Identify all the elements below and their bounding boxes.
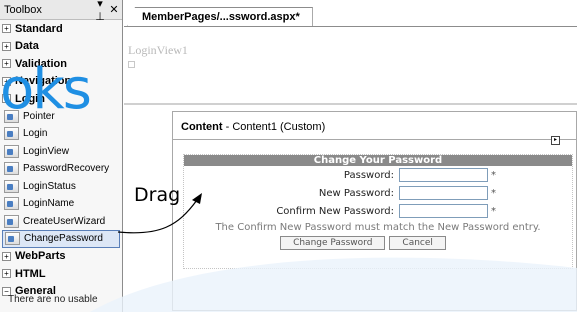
change-password-control[interactable]: Change Your Password Password: * New Pas…: [183, 154, 573, 269]
toolbox-item-label: Login: [23, 128, 48, 140]
expand-icon[interactable]: +: [2, 24, 11, 34]
content-header: Content - Content1 (Custom): [173, 112, 576, 140]
category-webparts[interactable]: + WebParts: [0, 248, 122, 266]
required-marker: *: [491, 205, 496, 217]
compare-validator-message: The Confirm New Password must match the …: [215, 222, 541, 233]
toolbox-item-loginname[interactable]: LoginName: [0, 195, 122, 213]
category-label: HTML: [15, 267, 46, 280]
design-surface: LoginView1 Content - Content1 (Custom) ▸…: [124, 26, 577, 312]
new-password-input[interactable]: [399, 186, 488, 200]
toolbox-item-createuserwizard[interactable]: CreateUserWizard: [0, 213, 122, 231]
changepassword-control-icon: [5, 232, 20, 246]
new-password-label: New Password:: [318, 187, 394, 199]
expand-icon[interactable]: +: [2, 41, 11, 51]
toolbox-item-label: PasswordRecovery: [23, 163, 110, 175]
required-marker: *: [491, 169, 496, 181]
toolbox-item-label: LoginView: [23, 145, 69, 157]
divider: [124, 103, 577, 105]
category-label: WebParts: [15, 250, 66, 263]
loginstatus-control-icon: [4, 179, 19, 193]
toolbox-item-label: CreateUserWizard: [23, 215, 106, 227]
content-placeholder[interactable]: Content - Content1 (Custom) ▸ Change You…: [172, 111, 577, 311]
toolbox-header: Toolbox ▾ ⊥ ✕: [0, 0, 122, 23]
createuserwizard-control-icon: [4, 214, 19, 228]
loginname-control-icon: [4, 197, 19, 211]
confirm-password-row: Confirm New Password: *: [184, 202, 572, 220]
category-label: Standard: [15, 22, 63, 35]
confirm-password-input[interactable]: [399, 204, 488, 218]
passwordrecovery-control-icon: [4, 162, 19, 176]
toolbox-item-label: LoginStatus: [23, 180, 76, 192]
pin-icon[interactable]: ▾ ⊥: [94, 0, 106, 23]
required-marker: *: [491, 187, 496, 199]
expand-icon[interactable]: +: [2, 269, 11, 279]
change-password-button[interactable]: Change Password: [280, 236, 386, 250]
content-header-detail: - Content1 (Custom): [222, 121, 326, 133]
toolbox-item-label: LoginName: [23, 198, 75, 210]
cancel-button[interactable]: Cancel: [389, 236, 446, 250]
toolbox-panel: Toolbox ▾ ⊥ ✕ + Standard + Data + Valida…: [0, 0, 123, 312]
category-label: Data: [15, 40, 39, 53]
toolbox-title: Toolbox: [4, 3, 42, 16]
close-icon[interactable]: ✕: [108, 3, 120, 16]
category-html[interactable]: + HTML: [0, 265, 122, 283]
toolbox-item-loginstatus[interactable]: LoginStatus: [0, 178, 122, 196]
toolbox-item-changepassword[interactable]: ChangePassword: [2, 230, 120, 248]
loginview-placeholder-box: [128, 61, 135, 68]
loginview-control-icon: [4, 144, 19, 158]
document-tab[interactable]: MemberPages/...ssword.aspx*: [127, 7, 313, 27]
loginview-control-label[interactable]: LoginView1: [128, 43, 188, 58]
password-row: Password: *: [184, 166, 572, 184]
change-password-title: Change Your Password: [184, 155, 572, 166]
toolbox-item-label: ChangePassword: [24, 233, 103, 245]
expand-icon[interactable]: +: [2, 251, 11, 261]
password-label: Password:: [343, 169, 394, 181]
category-data[interactable]: + Data: [0, 38, 122, 56]
category-standard[interactable]: + Standard: [0, 20, 122, 38]
watermark-text: oks: [0, 57, 92, 122]
change-password-buttons: Change Password Cancel: [184, 236, 572, 250]
login-control-icon: [4, 127, 19, 141]
content-header-name: Content: [181, 121, 223, 133]
drag-annotation: Drag: [134, 184, 181, 206]
confirm-password-label: Confirm New Password:: [276, 205, 394, 217]
toolbox-item-loginview[interactable]: LoginView: [0, 143, 122, 161]
toolbox-empty-message: There are no usable: [8, 294, 98, 305]
toolbox-item-passwordrecovery[interactable]: PasswordRecovery: [0, 160, 122, 178]
smart-tag-icon[interactable]: ▸: [551, 136, 560, 145]
new-password-row: New Password: *: [184, 184, 572, 202]
toolbox-item-login[interactable]: Login: [0, 125, 122, 143]
password-input[interactable]: [399, 168, 488, 182]
